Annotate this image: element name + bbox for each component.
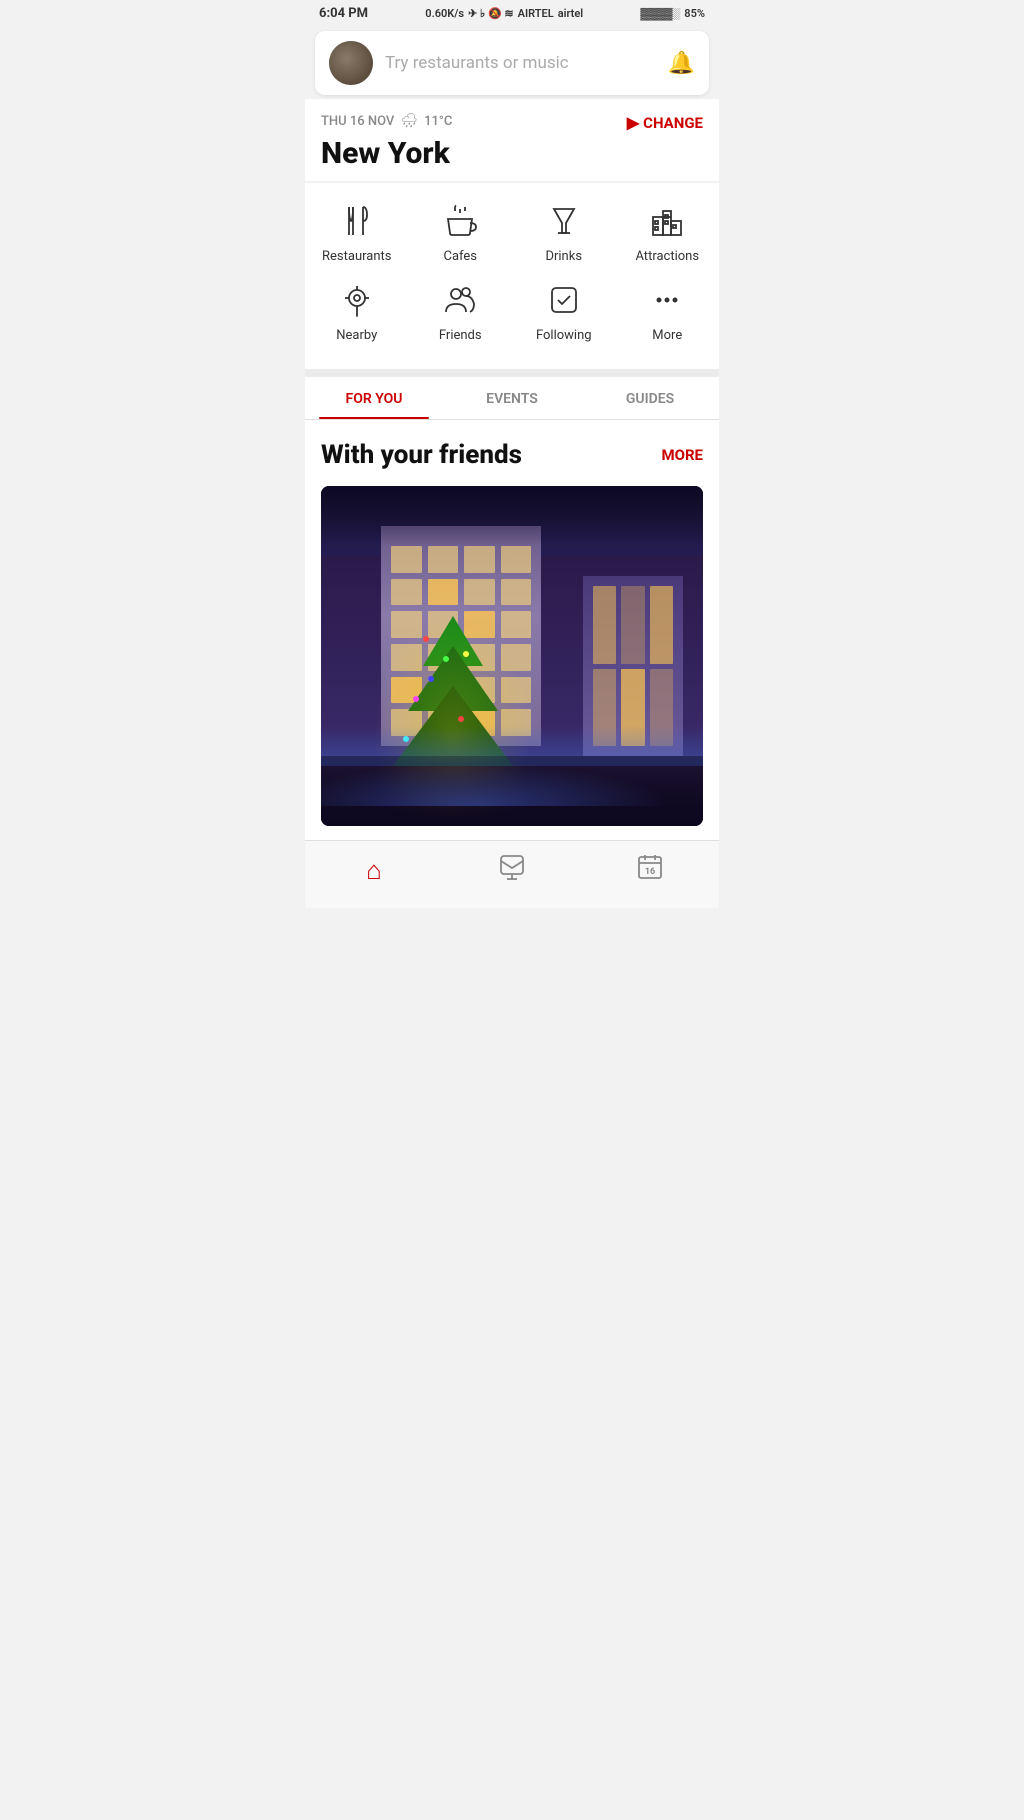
- nearby-label: Nearby: [336, 328, 377, 343]
- category-restaurants[interactable]: Restaurants: [317, 201, 397, 264]
- attractions-icon: [649, 201, 685, 241]
- following-icon: [546, 280, 582, 320]
- location-header: THU 16 NOV 🌧 11°C ▶ CHANGE: [321, 113, 703, 132]
- status-bar: 6:04 PM 0.60K/s ✈ ♭ 🔕 ≋ AIRTEL airtel ▓▓…: [305, 0, 719, 27]
- location-arrow-icon: ▶: [627, 113, 639, 132]
- search-bar[interactable]: Try restaurants or music 🔔: [315, 31, 709, 95]
- restaurants-icon: [339, 201, 375, 241]
- friends-icon: [442, 280, 478, 320]
- bottom-nav: ⌂ 16: [305, 840, 719, 908]
- svg-text:16: 16: [645, 867, 655, 877]
- section-divider: [305, 369, 719, 377]
- nav-messages[interactable]: [482, 853, 542, 888]
- messages-icon: [498, 853, 526, 888]
- city-name: New York: [321, 136, 703, 171]
- status-battery: ▓▓▓▓░ 85%: [640, 7, 705, 20]
- cafes-icon: [442, 201, 478, 241]
- category-grid: Restaurants Cafes: [305, 183, 719, 369]
- nav-home[interactable]: ⌂: [344, 855, 404, 886]
- change-button[interactable]: ▶ CHANGE: [627, 113, 703, 132]
- restaurants-label: Restaurants: [322, 249, 391, 264]
- category-drinks[interactable]: Drinks: [524, 201, 604, 264]
- category-row-1: Restaurants Cafes: [305, 201, 719, 264]
- search-placeholder[interactable]: Try restaurants or music: [385, 53, 656, 73]
- more-icon: [649, 280, 685, 320]
- friends-label: Friends: [439, 328, 482, 343]
- following-label: Following: [536, 328, 592, 343]
- more-label: More: [652, 328, 682, 343]
- tab-events[interactable]: EVENTS: [443, 377, 581, 419]
- bell-icon[interactable]: 🔔: [668, 51, 695, 76]
- temperature-text: 11°C: [424, 114, 452, 129]
- attractions-label: Attractions: [635, 249, 699, 264]
- category-attractions[interactable]: Attractions: [627, 201, 707, 264]
- location-section: THU 16 NOV 🌧 11°C ▶ CHANGE New York: [305, 99, 719, 181]
- date-text: THU 16 NOV: [321, 114, 394, 129]
- content-section: With your friends MORE: [305, 420, 719, 840]
- category-cafes[interactable]: Cafes: [420, 201, 500, 264]
- category-nearby[interactable]: Nearby: [317, 280, 397, 343]
- drinks-label: Drinks: [545, 249, 582, 264]
- status-time: 6:04 PM: [319, 6, 368, 21]
- avatar[interactable]: [329, 41, 373, 85]
- tabs-bar: FOR YOU EVENTS GUIDES: [305, 377, 719, 420]
- nearby-icon: [339, 280, 375, 320]
- nav-calendar[interactable]: 16: [620, 853, 680, 888]
- category-friends[interactable]: Friends: [420, 280, 500, 343]
- category-row-2: Nearby Friends Following: [305, 280, 719, 343]
- date-weather: THU 16 NOV 🌧 11°C: [321, 113, 452, 129]
- home-icon: ⌂: [366, 855, 382, 886]
- tab-guides[interactable]: GUIDES: [581, 377, 719, 419]
- section-header: With your friends MORE: [321, 440, 703, 470]
- featured-card[interactable]: [321, 486, 703, 826]
- calendar-icon: 16: [636, 853, 664, 888]
- status-network: 0.60K/s ✈ ♭ 🔕 ≋ AIRTEL airtel: [425, 7, 583, 20]
- cafes-label: Cafes: [443, 249, 477, 264]
- section-title: With your friends: [321, 440, 522, 470]
- card-image-placeholder: [321, 486, 703, 826]
- category-following[interactable]: Following: [524, 280, 604, 343]
- more-link[interactable]: MORE: [661, 446, 703, 464]
- category-more[interactable]: More: [627, 280, 707, 343]
- tab-for-you[interactable]: FOR YOU: [305, 377, 443, 419]
- drinks-icon: [546, 201, 582, 241]
- weather-icon: 🌧: [400, 113, 418, 129]
